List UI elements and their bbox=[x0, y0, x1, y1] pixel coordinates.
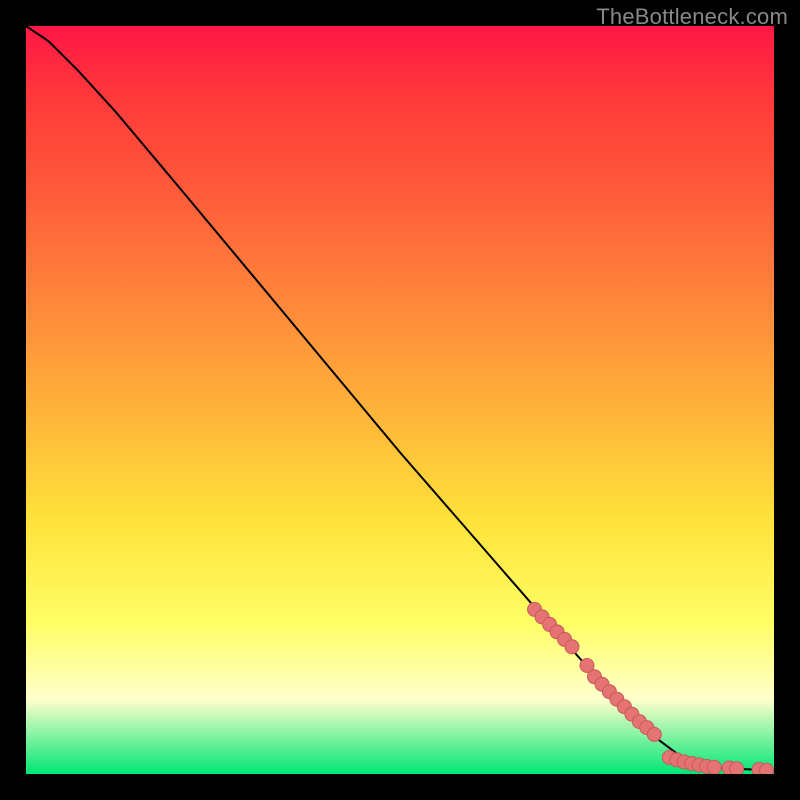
data-point bbox=[760, 763, 774, 774]
performance-curve bbox=[26, 26, 774, 770]
data-point bbox=[730, 762, 744, 774]
data-point bbox=[707, 760, 721, 774]
scatter-points bbox=[528, 602, 774, 774]
data-point bbox=[565, 640, 579, 654]
plot-svg bbox=[26, 26, 774, 774]
plot-frame bbox=[26, 26, 774, 774]
data-point bbox=[647, 727, 661, 741]
chart-root: TheBottleneck.com bbox=[0, 0, 800, 800]
